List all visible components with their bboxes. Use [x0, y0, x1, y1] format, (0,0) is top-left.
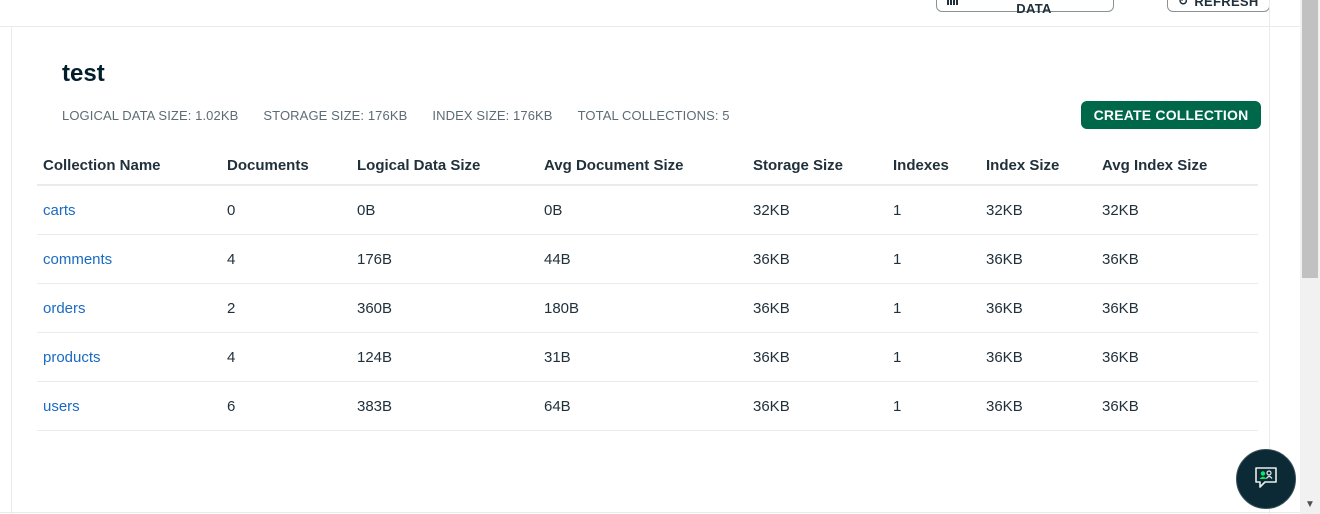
column-header-storage-size[interactable]: Storage Size	[747, 146, 887, 186]
refresh-label: REFRESH	[1194, 0, 1259, 9]
storage-size-cell: 36KB	[747, 332, 887, 382]
refresh-button[interactable]: ↻ REFRESH	[1167, 0, 1270, 12]
indexes-cell: 1	[887, 234, 980, 284]
chat-assistant-button[interactable]	[1236, 449, 1296, 509]
column-header-avg-document-size[interactable]: Avg Document Size	[538, 146, 747, 186]
column-header-collection-name[interactable]: Collection Name	[37, 146, 221, 186]
documents-cell: 2	[221, 283, 351, 333]
indexes-cell: 1	[887, 283, 980, 333]
logical-data-size-cell: 176B	[351, 234, 538, 284]
avg-document-size-cell: 0B	[538, 185, 747, 235]
table-row: carts 0 0B 0B 32KB 1 32KB 32KB	[37, 185, 1258, 235]
table-row: users 6 383B 64B 36KB 1 36KB 36KB	[37, 381, 1258, 431]
collection-link[interactable]: comments	[43, 251, 112, 268]
indexes-cell: 1	[887, 332, 980, 382]
avg-index-size-cell: 36KB	[1096, 332, 1258, 382]
storage-size-cell: 36KB	[747, 283, 887, 333]
avg-document-size-cell: 180B	[538, 283, 747, 333]
documents-cell: 6	[221, 381, 351, 431]
avg-index-size-cell: 32KB	[1096, 185, 1258, 235]
index-size-cell: 36KB	[980, 332, 1096, 382]
avg-index-size-cell: 36KB	[1096, 381, 1258, 431]
column-header-documents[interactable]: Documents	[221, 146, 351, 186]
collections-table: Collection Name Documents Logical Data S…	[37, 146, 1258, 431]
left-divider	[11, 27, 12, 514]
logical-data-size-cell: 360B	[351, 283, 538, 333]
table-row: products 4 124B 31B 36KB 1 36KB 36KB	[37, 332, 1258, 382]
visualize-data-button[interactable]: VISUALIZE YOUR DATA	[936, 0, 1114, 16]
index-size-cell: 36KB	[980, 381, 1096, 431]
table-header-row: Collection Name Documents Logical Data S…	[37, 146, 1258, 186]
collection-name-cell: comments	[37, 234, 221, 284]
documents-cell: 4	[221, 234, 351, 284]
index-size-cell: 36KB	[980, 283, 1096, 333]
avg-index-size-cell: 36KB	[1096, 283, 1258, 333]
bottom-divider	[0, 512, 1300, 513]
avg-document-size-cell: 31B	[538, 332, 747, 382]
chat-assistant-icon	[1253, 464, 1279, 495]
stat-logical-data-size: LOGICAL DATA SIZE: 1.02KB	[62, 108, 239, 123]
storage-size-cell: 36KB	[747, 234, 887, 284]
column-header-logical-data-size[interactable]: Logical Data Size	[351, 146, 538, 186]
index-size-cell: 36KB	[980, 234, 1096, 284]
database-title: test	[62, 60, 105, 87]
documents-cell: 4	[221, 332, 351, 382]
storage-size-cell: 36KB	[747, 381, 887, 431]
stat-index-size: INDEX SIZE: 176KB	[432, 108, 553, 123]
visualize-data-label: VISUALIZE YOUR DATA	[977, 0, 1090, 16]
indexes-cell: 1	[887, 381, 980, 431]
avg-document-size-cell: 64B	[538, 381, 747, 431]
collection-link[interactable]: orders	[43, 300, 86, 317]
avg-document-size-cell: 44B	[538, 234, 747, 284]
indexes-cell: 1	[887, 185, 980, 235]
collection-link[interactable]: users	[43, 398, 80, 415]
table-row: orders 2 360B 180B 36KB 1 36KB 36KB	[37, 283, 1258, 333]
documents-cell: 0	[221, 185, 351, 235]
collection-name-cell: orders	[37, 283, 221, 333]
column-header-avg-index-size[interactable]: Avg Index Size	[1096, 146, 1258, 186]
index-size-cell: 32KB	[980, 185, 1096, 235]
column-header-indexes[interactable]: Indexes	[887, 146, 980, 186]
scroll-down-arrow-icon[interactable]: ▼	[1300, 494, 1320, 514]
top-toolbar: VISUALIZE YOUR DATA ↻ REFRESH	[0, 0, 1300, 27]
collection-name-cell: users	[37, 381, 221, 431]
stat-total-collections: TOTAL COLLECTIONS: 5	[577, 108, 730, 123]
collection-link[interactable]: carts	[43, 202, 76, 219]
create-collection-button[interactable]: CREATE COLLECTION	[1081, 101, 1261, 129]
scrollbar-thumb[interactable]	[1302, 0, 1318, 278]
collection-name-cell: products	[37, 332, 221, 382]
avg-index-size-cell: 36KB	[1096, 234, 1258, 284]
collection-link[interactable]: products	[43, 349, 101, 366]
database-stats: LOGICAL DATA SIZE: 1.02KB STORAGE SIZE: …	[62, 108, 730, 123]
bar-chart-icon	[947, 0, 959, 8]
table-row: comments 4 176B 44B 36KB 1 36KB 36KB	[37, 234, 1258, 284]
column-header-index-size[interactable]: Index Size	[980, 146, 1096, 186]
storage-size-cell: 32KB	[747, 185, 887, 235]
right-divider	[1269, 0, 1270, 514]
logical-data-size-cell: 0B	[351, 185, 538, 235]
stat-storage-size: STORAGE SIZE: 176KB	[263, 108, 408, 123]
refresh-icon: ↻	[1178, 0, 1189, 8]
logical-data-size-cell: 383B	[351, 381, 538, 431]
collection-name-cell: carts	[37, 185, 221, 235]
logical-data-size-cell: 124B	[351, 332, 538, 382]
